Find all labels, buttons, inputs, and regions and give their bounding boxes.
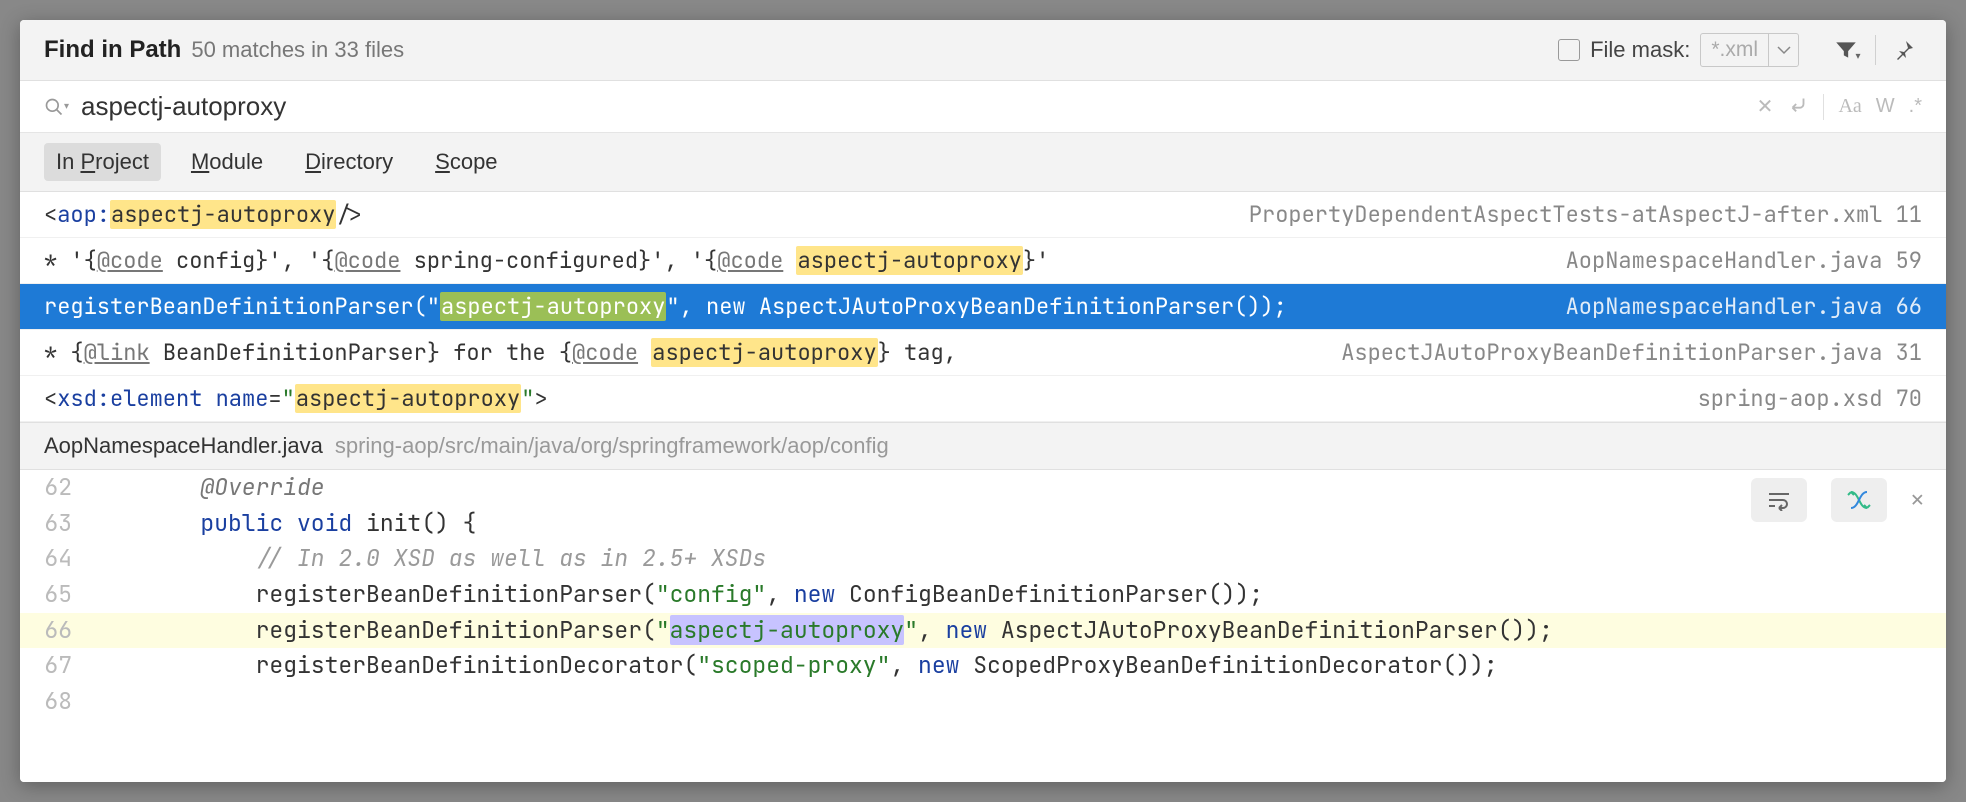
filter-icon[interactable]: ▾ — [1829, 32, 1865, 68]
file-mask-dropdown[interactable]: *.xml — [1700, 33, 1799, 67]
preview-file-name: AopNamespaceHandler.java — [44, 433, 323, 459]
results-list: <aop:aspectj-autoproxy/>PropertyDependen… — [20, 192, 1946, 422]
result-row[interactable]: <aop:aspectj-autoproxy/>PropertyDependen… — [20, 192, 1946, 238]
result-row[interactable]: <xsd:element name="aspectj-autoproxy">sp… — [20, 376, 1946, 422]
code-line: 64 // In 2.0 XSD as well as in 2.5+ XSDs — [20, 541, 1946, 577]
preview-pane[interactable]: ✕ 62 @Override63 public void init() {64 … — [20, 470, 1946, 782]
chevron-down-icon — [1768, 34, 1798, 66]
scope-tab-scope[interactable]: Scope — [423, 143, 509, 181]
code-line: 67 registerBeanDefinitionDecorator("scop… — [20, 648, 1946, 684]
preview-toolbar: ✕ — [1751, 478, 1924, 522]
preview-file-path: spring-aop/src/main/java/org/springframe… — [335, 433, 889, 459]
close-icon[interactable]: ✕ — [1911, 483, 1924, 517]
search-input[interactable] — [81, 91, 1757, 122]
code-line: 65 registerBeanDefinitionParser("config"… — [20, 577, 1946, 613]
result-row[interactable]: * {@link BeanDefinitionParser} for the {… — [20, 330, 1946, 376]
result-location: AopNamespaceHandler.java 59 — [1566, 246, 1922, 275]
file-mask-label: File mask: — [1590, 37, 1690, 63]
result-location: AopNamespaceHandler.java 66 — [1566, 292, 1922, 321]
match-case-toggle[interactable]: Aa — [1838, 95, 1861, 118]
code-line: 66 registerBeanDefinitionParser("aspectj… — [20, 613, 1946, 649]
search-row: ▾ ✕ Aa W .* — [20, 81, 1946, 133]
scope-tabs: In Project Module Directory Scope — [20, 133, 1946, 192]
result-row[interactable]: registerBeanDefinitionParser("aspectj-au… — [20, 284, 1946, 330]
newline-icon[interactable] — [1787, 94, 1809, 120]
words-toggle[interactable]: W — [1876, 95, 1895, 118]
result-location: spring-aop.xsd 70 — [1698, 384, 1922, 413]
header-right: File mask: *.xml ▾ — [1558, 32, 1922, 68]
result-row[interactable]: * '{@code config}', '{@code spring-confi… — [20, 238, 1946, 284]
match-count: 50 matches in 33 files — [191, 37, 404, 63]
file-mask-value: *.xml — [1701, 38, 1768, 62]
code-line: 62 @Override — [20, 470, 1946, 506]
code-line: 63 public void init() { — [20, 506, 1946, 542]
code-line: 68 — [20, 684, 1946, 720]
scope-tab-directory[interactable]: Directory — [293, 143, 405, 181]
find-in-path-dialog: Find in Path 50 matches in 33 files File… — [20, 20, 1946, 782]
clear-icon[interactable]: ✕ — [1757, 94, 1774, 119]
result-location: AspectJAutoProxyBeanDefinitionParser.jav… — [1341, 338, 1922, 367]
separator — [1823, 94, 1824, 120]
dialog-header: Find in Path 50 matches in 33 files File… — [20, 20, 1946, 81]
result-location: PropertyDependentAspectTests-atAspectJ-a… — [1249, 200, 1922, 229]
file-mask-checkbox[interactable] — [1558, 39, 1580, 61]
show-usages-icon[interactable] — [1831, 478, 1887, 522]
separator — [1875, 35, 1876, 65]
soft-wrap-icon[interactable] — [1751, 478, 1807, 522]
scope-tab-module[interactable]: Module — [179, 143, 275, 181]
scope-tab-project[interactable]: In Project — [44, 143, 161, 181]
regex-toggle[interactable]: .* — [1909, 95, 1922, 118]
dialog-title: Find in Path — [44, 36, 181, 64]
preview-header: AopNamespaceHandler.java spring-aop/src/… — [20, 422, 1946, 470]
search-icon: ▾ — [44, 97, 69, 117]
pin-icon[interactable] — [1886, 32, 1922, 68]
search-options: ✕ Aa W .* — [1757, 94, 1922, 120]
